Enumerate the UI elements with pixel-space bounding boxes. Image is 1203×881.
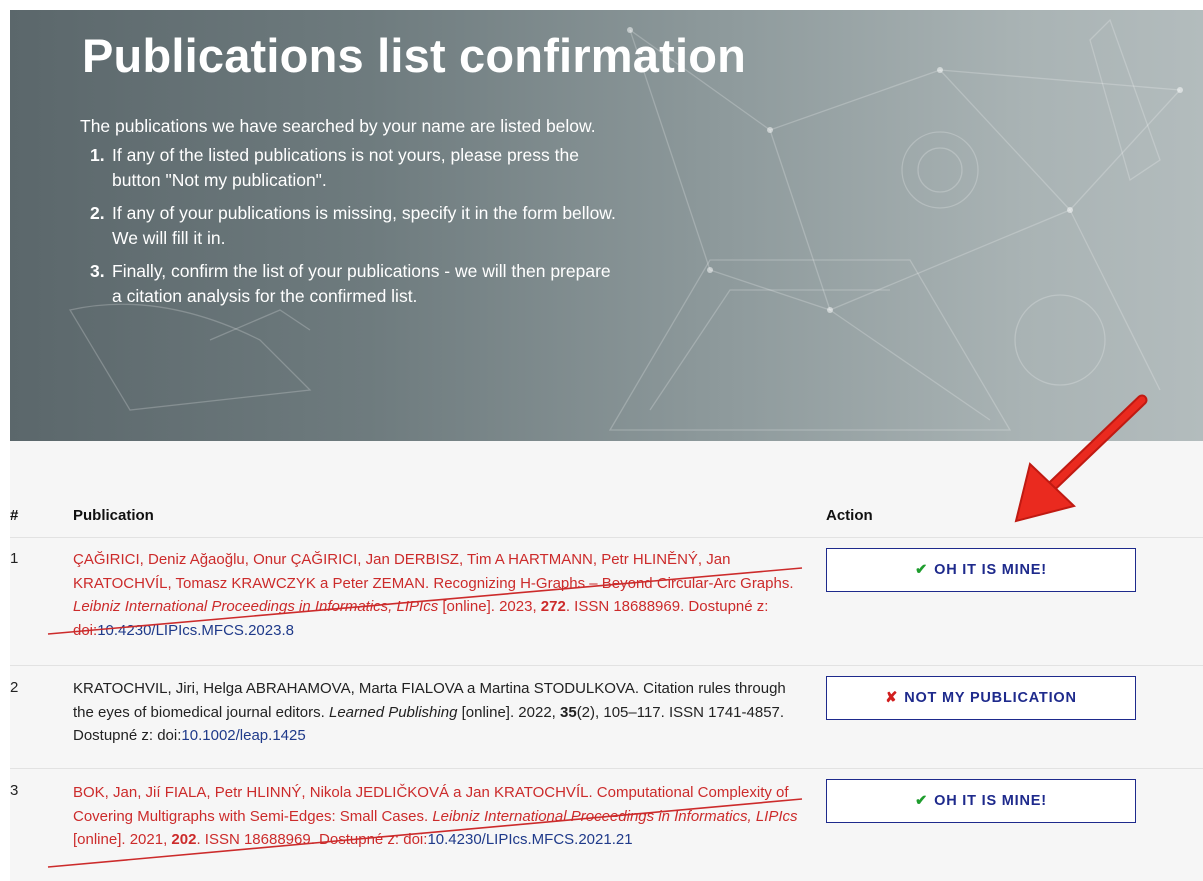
instruction-step: 1. If any of the listed publications is n… [80,143,620,193]
oh-it-is-mine-button[interactable]: ✔ OH IT IS MINE! [826,548,1136,592]
citation-issn: . ISSN 18688969. Dostupné z: doi: [196,831,428,848]
instruction-step: 2. If any of your publications is missing… [80,201,620,251]
row-number: 3 [10,782,19,799]
row-number: 2 [10,679,19,696]
column-header-number: # [10,507,19,524]
cross-icon: ✘ [885,690,899,706]
citation-online-year: [online]. 2023, [438,598,541,615]
citation-volume: 272 [540,598,566,615]
citation-volume: 35 [560,703,577,721]
button-label: NOT MY PUBLICATION [904,690,1077,706]
row-divider [10,768,1203,769]
citation-journal: Learned Publishing [328,703,458,721]
column-header-publication: Publication [73,507,154,524]
step-text: If any of the listed publications is not… [112,145,579,190]
step-number: 2. [90,203,105,223]
checkmark-icon: ✔ [915,793,929,809]
row-number: 1 [10,550,19,567]
not-my-publication-button[interactable]: ✘ NOT MY PUBLICATION [826,676,1136,720]
publication-citation: KRATOCHVIL, Jiri, Helga ABRAHAMOVA, Mart… [73,677,803,748]
step-number: 3. [90,261,105,281]
oh-it-is-mine-button[interactable]: ✔ OH IT IS MINE! [826,779,1136,823]
step-text: Finally, confirm the list of your public… [112,261,611,306]
citation-journal: Leibniz International Proceedings in Inf… [432,807,798,825]
publication-citation: ÇAĞIRICI, Deniz Ağaoğlu, Onur ÇAĞIRICI, … [73,548,803,642]
intro-text: The publications we have searched by you… [80,116,596,136]
button-label: OH IT IS MINE! [934,793,1047,809]
page-title: Publications list confirmation [82,29,747,82]
publications-table: # Publication Action 1 ÇAĞIRICI, Deniz A… [10,441,1203,881]
checkmark-icon: ✔ [915,562,929,578]
citation-online-year: [online]. 2022, [457,703,560,721]
step-text: If any of your publications is missing, … [112,203,616,248]
doi-link[interactable]: 10.4230/LIPIcs.MFCS.2023.8 [97,622,294,639]
citation-journal: Leibniz International Proceedings in Inf… [73,598,439,615]
citation-volume: 202 [171,831,197,848]
step-number: 1. [90,145,105,165]
citation-authors-title: ÇAĞIRICI, Deniz Ağaoğlu, Onur ÇAĞIRICI, … [73,551,794,592]
publication-citation: BOK, Jan, Jií FIALA, Petr HLINNÝ, Nikola… [73,781,803,852]
hero-banner: Publications list confirmation The publi… [10,10,1203,441]
citation-online-year: [online]. 2021, [73,831,172,848]
citation-issue: (2), 105–117 [576,703,661,721]
instructions: The publications we have searched by you… [80,114,620,317]
instruction-steps: 1. If any of the listed publications is n… [80,143,620,309]
row-divider [10,537,1203,538]
column-header-action: Action [826,507,873,524]
doi-link[interactable]: 10.1002/leap.1425 [181,727,305,744]
button-label: OH IT IS MINE! [934,562,1047,578]
instruction-step: 3. Finally, confirm the list of your publ… [80,259,620,309]
doi-link[interactable]: 10.4230/LIPIcs.MFCS.2021.21 [427,831,632,848]
row-divider [10,665,1203,666]
